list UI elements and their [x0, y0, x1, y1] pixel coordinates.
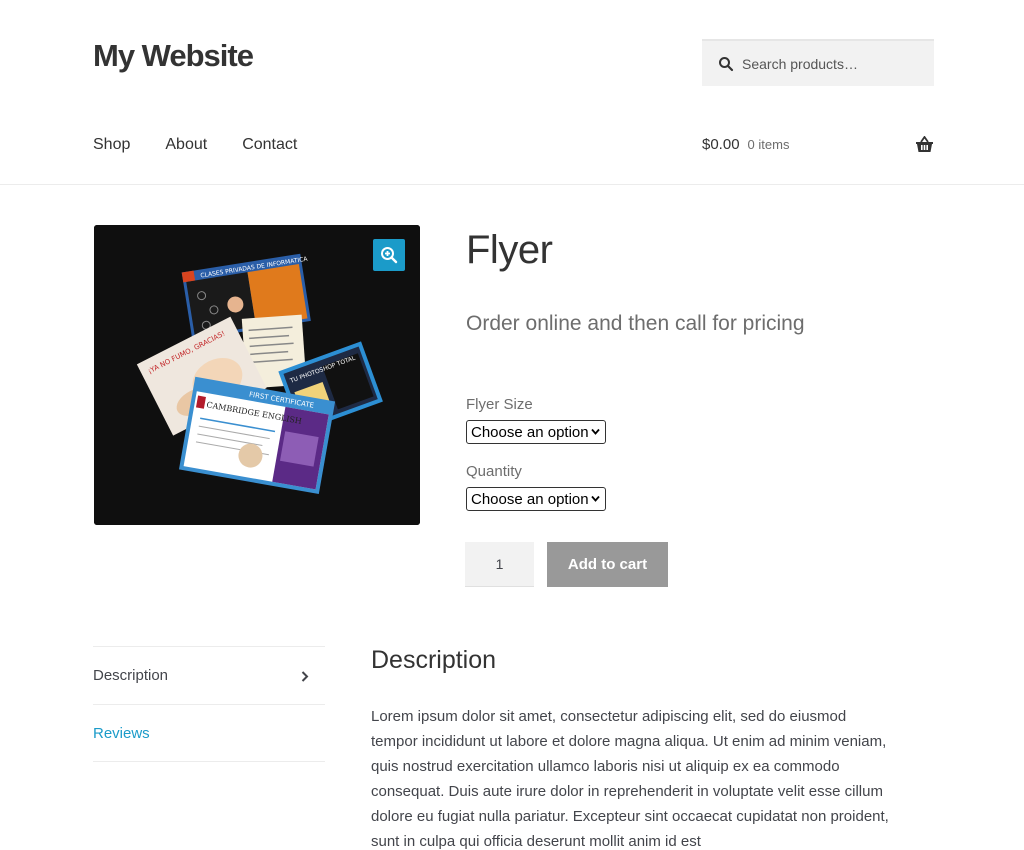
tab-reviews[interactable]: Reviews [93, 704, 325, 762]
quantity-label: Quantity [466, 463, 522, 480]
flyer-size-selected: Choose an option [471, 423, 589, 441]
basket-icon[interactable] [915, 136, 934, 153]
nav-item-contact[interactable]: Contact [242, 136, 297, 154]
nav-item-shop[interactable]: Shop [93, 136, 130, 154]
tab-reviews-label: Reviews [93, 724, 150, 742]
description-heading: Description [371, 646, 497, 674]
description-body: Lorem ipsum dolor sit amet, consectetur … [371, 708, 889, 850]
product-tabs: Description Reviews [93, 646, 325, 762]
product-title: Flyer [466, 228, 553, 272]
header-cart[interactable]: $0.00 0 items [702, 136, 934, 153]
search-input[interactable] [742, 55, 922, 72]
primary-nav: Shop About Contact [93, 136, 332, 154]
chevron-down-icon [591, 495, 600, 502]
cart-count: 0 items [747, 137, 790, 152]
header-divider [0, 184, 1024, 185]
chevron-down-icon [591, 428, 600, 435]
nav-item-about[interactable]: About [165, 136, 207, 154]
product-search[interactable] [702, 39, 934, 86]
add-to-cart-button[interactable]: Add to cart [547, 542, 668, 587]
price-note: Order online and then call for pricing [466, 312, 805, 335]
quantity-selected: Choose an option [471, 490, 589, 508]
tab-description[interactable]: Description [93, 646, 325, 704]
quantity-select[interactable]: Choose an option [466, 487, 606, 511]
chevron-right-icon [301, 671, 309, 682]
zoom-button[interactable] [373, 239, 405, 271]
product-image[interactable]: CLASES PRIVADAS DE INFORMATICA TU PHOTOS… [94, 225, 420, 525]
flyer-size-select[interactable]: Choose an option [466, 420, 606, 444]
zoom-icon [381, 247, 398, 264]
search-icon [719, 56, 734, 71]
cart-amount: $0.00 [702, 136, 740, 153]
flyers-photo: CLASES PRIVADAS DE INFORMATICA TU PHOTOS… [94, 225, 420, 525]
quantity-input[interactable]: 1 [465, 542, 534, 587]
flyer-size-label: Flyer Size [466, 396, 533, 413]
tab-description-label: Description [93, 667, 169, 684]
site-title[interactable]: My Website [93, 38, 254, 74]
